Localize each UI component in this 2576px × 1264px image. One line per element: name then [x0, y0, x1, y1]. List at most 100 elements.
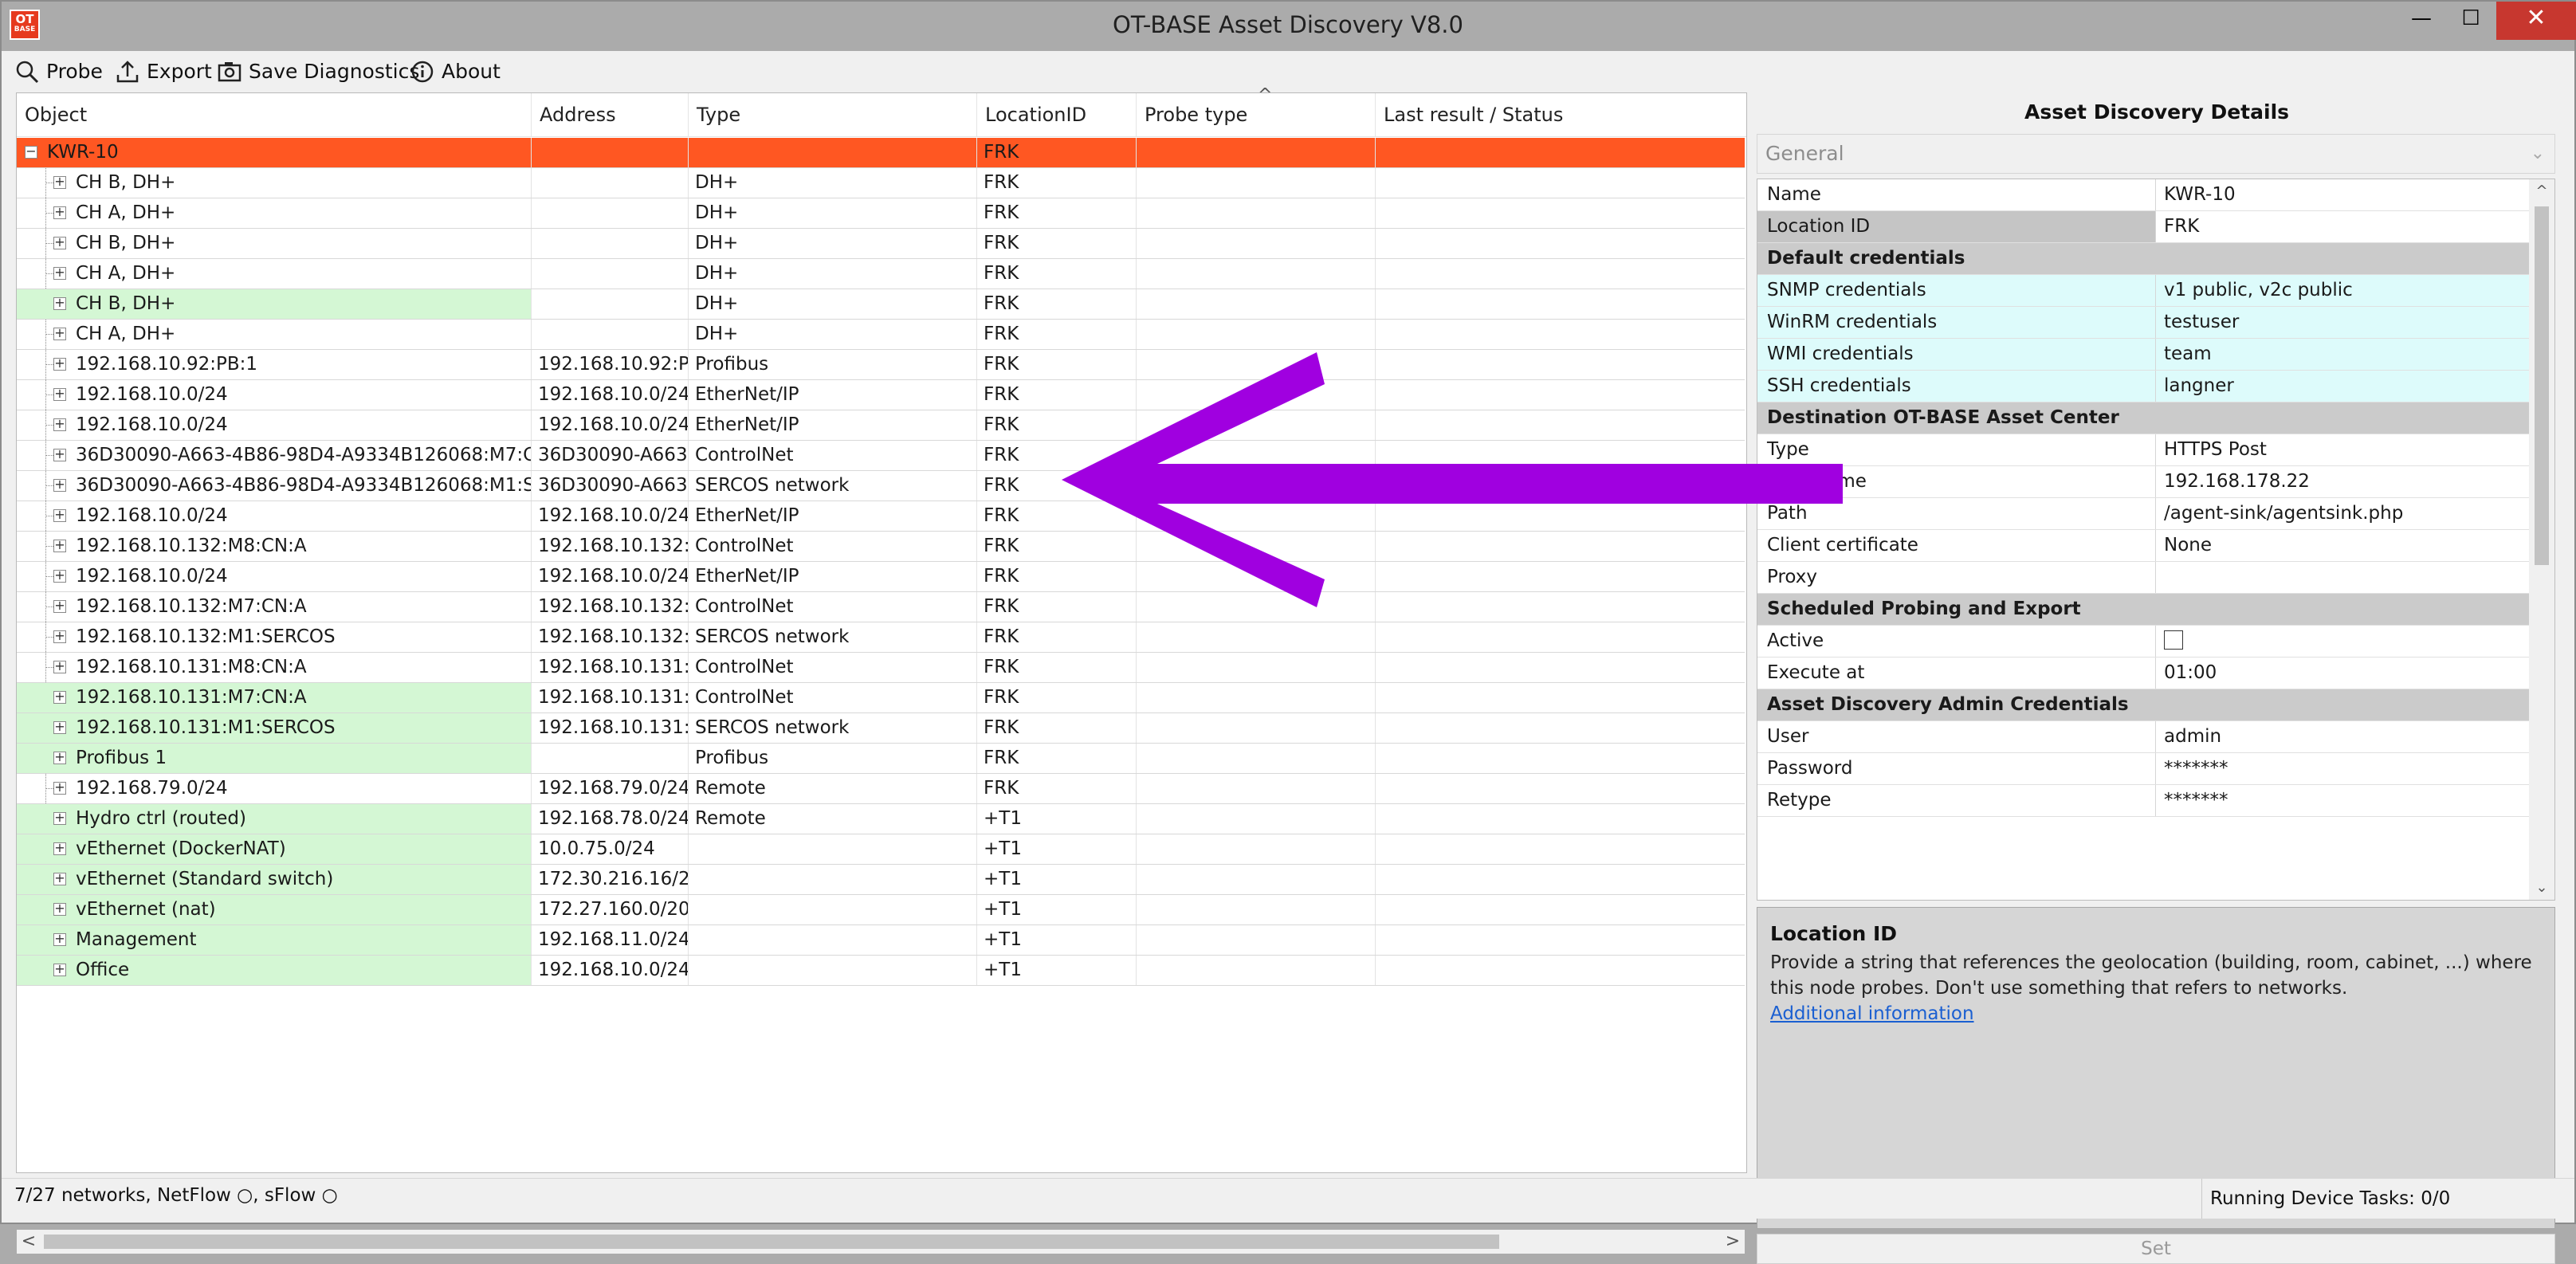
- property-value[interactable]: KWR-10: [2156, 179, 2529, 210]
- expand-icon[interactable]: +: [53, 508, 66, 522]
- expand-icon[interactable]: +: [53, 599, 66, 613]
- title-bar[interactable]: OT BASE OT-BASE Asset Discovery V8.0 — ☐…: [2, 2, 2576, 51]
- additional-information-link[interactable]: Additional information: [1770, 1001, 2542, 1027]
- property-category[interactable]: Destination OT-BASE Asset Center: [1757, 402, 2529, 434]
- property-row[interactable]: Client certificate None: [1757, 530, 2529, 562]
- expand-icon[interactable]: +: [53, 630, 66, 643]
- property-value[interactable]: langner: [2156, 371, 2529, 402]
- property-row[interactable]: Path/agent-sink/agentsink.php: [1757, 498, 2529, 530]
- expand-icon[interactable]: +: [53, 387, 66, 401]
- export-button[interactable]: Export: [115, 56, 212, 88]
- property-row[interactable]: Active: [1757, 626, 2529, 658]
- property-row[interactable]: Retype *******: [1757, 785, 2529, 817]
- close-button[interactable]: ✕: [2496, 2, 2576, 40]
- table-row[interactable]: vEthernet (nat) 172.27.160.0/20 +T1 +: [17, 895, 1745, 925]
- property-value[interactable]: team: [2156, 339, 2529, 370]
- property-row[interactable]: WMI credentials team: [1757, 339, 2529, 371]
- expand-icon[interactable]: +: [53, 327, 66, 340]
- expand-icon[interactable]: +: [53, 811, 66, 825]
- property-grid[interactable]: Name KWR-10 Location ID FRK Default credenti…: [1757, 179, 2555, 901]
- network-tree-list[interactable]: Object Address Type LocationID Probe typ…: [16, 85, 1747, 1254]
- table-row[interactable]: CH B, DH+ DH+ FRK +: [17, 289, 1745, 320]
- table-row[interactable]: KWR-10 FRK −: [17, 138, 1745, 168]
- collapse-icon[interactable]: −: [25, 145, 37, 159]
- expand-icon[interactable]: +: [53, 478, 66, 492]
- property-row[interactable]: Execute at 01:00: [1757, 658, 2529, 689]
- column-type[interactable]: Type: [689, 93, 977, 136]
- expand-icon[interactable]: +: [53, 296, 66, 310]
- property-category[interactable]: Scheduled Probing and Export: [1757, 594, 2529, 626]
- table-row[interactable]: CH A, DH+ DH+ FRK +: [17, 320, 1745, 350]
- property-row[interactable]: SNMP credentials v1 public, v2c public: [1757, 275, 2529, 307]
- expand-icon[interactable]: +: [53, 963, 66, 976]
- property-value[interactable]: *******: [2156, 753, 2529, 784]
- expand-icon[interactable]: +: [53, 206, 66, 219]
- expand-icon[interactable]: +: [53, 175, 66, 189]
- property-row[interactable]: Location ID FRK: [1757, 211, 2529, 243]
- table-row[interactable]: CH B, DH+ DH+ FRK +: [17, 229, 1745, 259]
- property-value[interactable]: /agent-sink/agentsink.php: [2156, 498, 2529, 529]
- table-row[interactable]: Hydro ctrl (routed) 192.168.78.0/24 Remote…: [17, 804, 1745, 834]
- expand-icon[interactable]: +: [53, 932, 66, 946]
- property-row[interactable]: WinRM credentials testuser: [1757, 307, 2529, 339]
- property-row[interactable]: User admin: [1757, 721, 2529, 753]
- table-row[interactable]: vEthernet (DockerNAT) 10.0.75.0/24 +T1 +: [17, 834, 1745, 865]
- table-row[interactable]: 192.168.10.131:M8:CN:A192.168.10.131:M8:…: [17, 653, 1745, 683]
- expand-icon[interactable]: +: [53, 751, 66, 764]
- table-row[interactable]: CH A, DH+ DH+ FRK +: [17, 259, 1745, 289]
- expand-icon[interactable]: +: [53, 539, 66, 552]
- property-value[interactable]: [2156, 626, 2529, 657]
- property-value[interactable]: testuser: [2156, 307, 2529, 338]
- expand-icon[interactable]: +: [53, 569, 66, 583]
- table-row[interactable]: CH B, DH+ DH+ FRK +: [17, 168, 1745, 198]
- expand-icon[interactable]: +: [53, 720, 66, 734]
- expand-icon[interactable]: +: [53, 842, 66, 855]
- property-value[interactable]: FRK: [2156, 211, 2529, 242]
- scroll-right-icon[interactable]: >: [1721, 1230, 1745, 1254]
- scroll-up-icon[interactable]: ^: [2529, 179, 2554, 203]
- property-value[interactable]: admin: [2156, 721, 2529, 752]
- table-row[interactable]: Management 192.168.11.0/24 +T1 +: [17, 925, 1745, 956]
- expand-icon[interactable]: +: [53, 357, 66, 371]
- property-row[interactable]: Type HTTPS Post: [1757, 434, 2529, 466]
- property-category[interactable]: Default credentials: [1757, 243, 2529, 275]
- property-value[interactable]: 01:00: [2156, 658, 2529, 689]
- expand-icon[interactable]: +: [53, 872, 66, 885]
- table-row[interactable]: Profibus 1 Profibus FRK +: [17, 744, 1745, 774]
- table-row[interactable]: vEthernet (Standard switch) 172.30.216.16…: [17, 865, 1745, 895]
- property-value[interactable]: 192.168.178.22: [2156, 466, 2529, 497]
- expand-icon[interactable]: +: [53, 660, 66, 673]
- property-row[interactable]: SSH credentials langner: [1757, 371, 2529, 402]
- property-value[interactable]: HTTPS Post: [2156, 434, 2529, 465]
- category-selector[interactable]: General ⌄: [1757, 134, 2555, 174]
- scroll-down-icon[interactable]: ⌄: [2529, 876, 2554, 900]
- property-value[interactable]: *******: [2156, 785, 2529, 816]
- table-row[interactable]: 192.168.79.0/24 192.168.79.0/24 Remote FRK +: [17, 774, 1745, 804]
- column-location-id[interactable]: LocationID: [977, 93, 1137, 136]
- property-row[interactable]: Name KWR-10: [1757, 179, 2529, 211]
- column-probe-type[interactable]: Probe type: [1137, 93, 1376, 136]
- table-row[interactable]: Office 192.168.10.0/24 +T1 +: [17, 956, 1745, 986]
- horizontal-scrollbar[interactable]: < >: [17, 1230, 1745, 1254]
- table-row[interactable]: 192.168.10.132:M1:SERCOS192.168.10.132:M…: [17, 622, 1745, 653]
- expand-icon[interactable]: +: [53, 236, 66, 249]
- expand-icon[interactable]: +: [53, 781, 66, 795]
- property-row[interactable]: Host name192.168.178.22: [1757, 466, 2529, 498]
- column-address[interactable]: Address: [532, 93, 689, 136]
- scrollbar-thumb[interactable]: [44, 1235, 1499, 1249]
- scrollbar-thumb[interactable]: [2535, 206, 2549, 565]
- probe-button[interactable]: Probe: [14, 56, 103, 88]
- expand-icon[interactable]: +: [53, 902, 66, 916]
- expand-icon[interactable]: +: [53, 448, 66, 461]
- table-row[interactable]: CH A, DH+ DH+ FRK +: [17, 198, 1745, 229]
- expand-icon[interactable]: +: [53, 418, 66, 431]
- save-diagnostics-button[interactable]: Save Diagnostics: [217, 56, 419, 88]
- scroll-left-icon[interactable]: <: [17, 1230, 41, 1254]
- property-row[interactable]: Password *******: [1757, 753, 2529, 785]
- vertical-scrollbar[interactable]: ^ ⌄: [2529, 179, 2554, 900]
- set-button[interactable]: Set: [1757, 1234, 2555, 1264]
- table-row[interactable]: 192.168.10.131:M7:CN:A192.168.10.131:M7:…: [17, 683, 1745, 713]
- column-object[interactable]: Object: [17, 93, 532, 136]
- about-button[interactable]: About: [410, 56, 501, 88]
- property-value[interactable]: None: [2156, 530, 2529, 561]
